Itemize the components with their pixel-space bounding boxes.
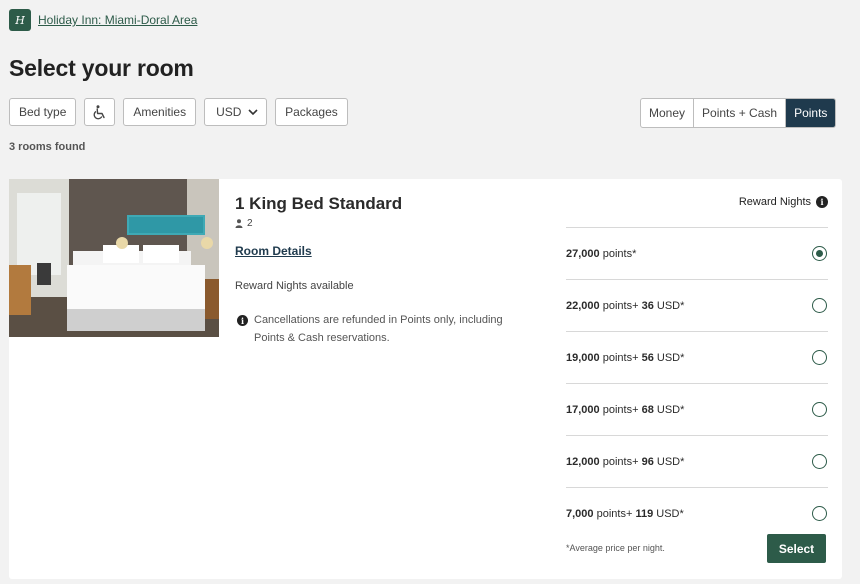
rate-price: 22,000 points+ 36 USD* (566, 299, 685, 312)
rooms-found-count: 3 rooms found (9, 141, 86, 153)
cancellation-text: Cancellations are refunded in Points onl… (254, 314, 503, 344)
rate-price: 19,000 points+ 56 USD* (566, 351, 685, 364)
toggle-points-cash[interactable]: Points + Cash (694, 99, 787, 127)
rate-option[interactable]: 19,000 points+ 56 USD* (566, 331, 828, 383)
rate-option[interactable]: 22,000 points+ 36 USD* (566, 279, 828, 331)
rate-radio[interactable] (812, 402, 827, 417)
rate-radio[interactable] (812, 454, 827, 469)
rate-radio[interactable] (812, 246, 827, 261)
hotel-header: H Holiday Inn: Miami-Doral Area (9, 9, 197, 31)
hotel-name-link[interactable]: Holiday Inn: Miami-Doral Area (38, 13, 197, 27)
rate-price: 12,000 points+ 96 USD* (566, 455, 685, 468)
rate-radio[interactable] (812, 506, 827, 521)
info-icon: i (237, 315, 248, 326)
person-icon (235, 219, 243, 228)
toggle-points[interactable]: Points (786, 99, 836, 127)
occupancy-count: 2 (247, 218, 253, 229)
bed-type-filter-button[interactable]: Bed type (9, 98, 77, 126)
currency-select-value: USD (216, 105, 242, 119)
chevron-down-icon (248, 109, 258, 115)
rate-option[interactable]: 17,000 points+ 68 USD* (566, 383, 828, 435)
packages-filter-button[interactable]: Packages (275, 98, 348, 126)
filter-bar: Bed type Amenities USD Packages (9, 98, 348, 126)
reward-nights-header: Reward Nights i (739, 196, 828, 208)
currency-select[interactable]: USD (204, 98, 268, 126)
toggle-money[interactable]: Money (641, 99, 695, 127)
rate-option[interactable]: 12,000 points+ 96 USD* (566, 435, 828, 487)
rate-radio[interactable] (812, 298, 827, 313)
rate-price: 17,000 points+ 68 USD* (566, 403, 685, 416)
rate-price: 7,000 points+ 119 USD* (566, 507, 684, 520)
reward-nights-availability: Reward Nights available (235, 280, 354, 292)
room-card: 1 King Bed Standard 2 Room Details Rewar… (9, 179, 842, 579)
wheelchair-icon (93, 104, 105, 119)
rate-type-toggle: Money Points + Cash Points (640, 98, 837, 128)
cancellation-note: i Cancellations are refunded in Points o… (237, 311, 517, 347)
amenities-filter-button[interactable]: Amenities (123, 98, 197, 126)
accessibility-filter-button[interactable] (84, 98, 116, 126)
room-occupancy: 2 (235, 218, 253, 229)
room-details-link[interactable]: Room Details (235, 244, 312, 258)
rate-option[interactable]: 7,000 points+ 119 USD* (566, 487, 828, 539)
rate-option[interactable]: 27,000 points* (566, 227, 828, 279)
room-title: 1 King Bed Standard (235, 194, 403, 213)
reward-info-icon[interactable]: i (816, 196, 828, 208)
page-title: Select your room (9, 55, 194, 81)
room-photo[interactable] (9, 179, 219, 337)
price-footnote: *Average price per night. (566, 543, 665, 553)
rate-options-list: 27,000 points* 22,000 points+ 36 USD* 19… (566, 227, 828, 539)
rate-price: 27,000 points* (566, 247, 637, 260)
holiday-inn-logo-icon: H (9, 9, 31, 31)
reward-nights-label: Reward Nights (738, 196, 811, 208)
select-room-button[interactable]: Select (767, 534, 826, 563)
rate-radio[interactable] (812, 350, 827, 365)
